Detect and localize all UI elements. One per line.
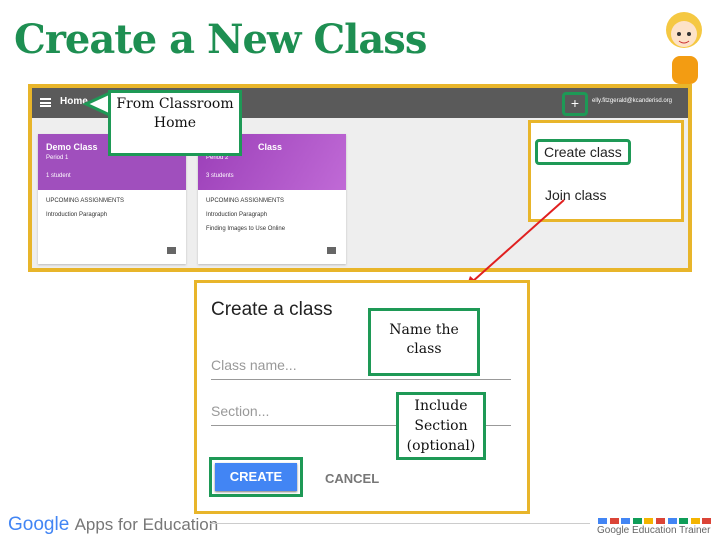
apps-label: Apps for Education [74,515,219,534]
red-arrow [471,199,565,283]
brand-square [656,518,665,524]
brand-square [609,518,619,524]
callout-name: Name the class [368,308,480,376]
trainer-label: Google Education Trainer [597,525,711,536]
footer-divider [210,523,590,524]
dialog-title: Create a class [211,299,333,320]
create-button[interactable]: CREATE [215,463,297,491]
google-apps-logo: Google Apps for Education [8,514,218,536]
brand-square [679,518,689,524]
cancel-button[interactable]: CANCEL [325,471,379,486]
google-wordmark: Google [8,514,70,535]
brand-square [644,518,654,524]
brand-square [667,518,677,524]
callout-section: Include Section (optional) [396,392,486,460]
brand-square [598,518,607,524]
brand-square [632,518,642,524]
brand-square [690,518,700,524]
create-button-highlight: CREATE [209,457,303,497]
brand-square [702,518,712,524]
brand-square [621,518,631,524]
callout-home: From Classroom Home [108,90,242,156]
